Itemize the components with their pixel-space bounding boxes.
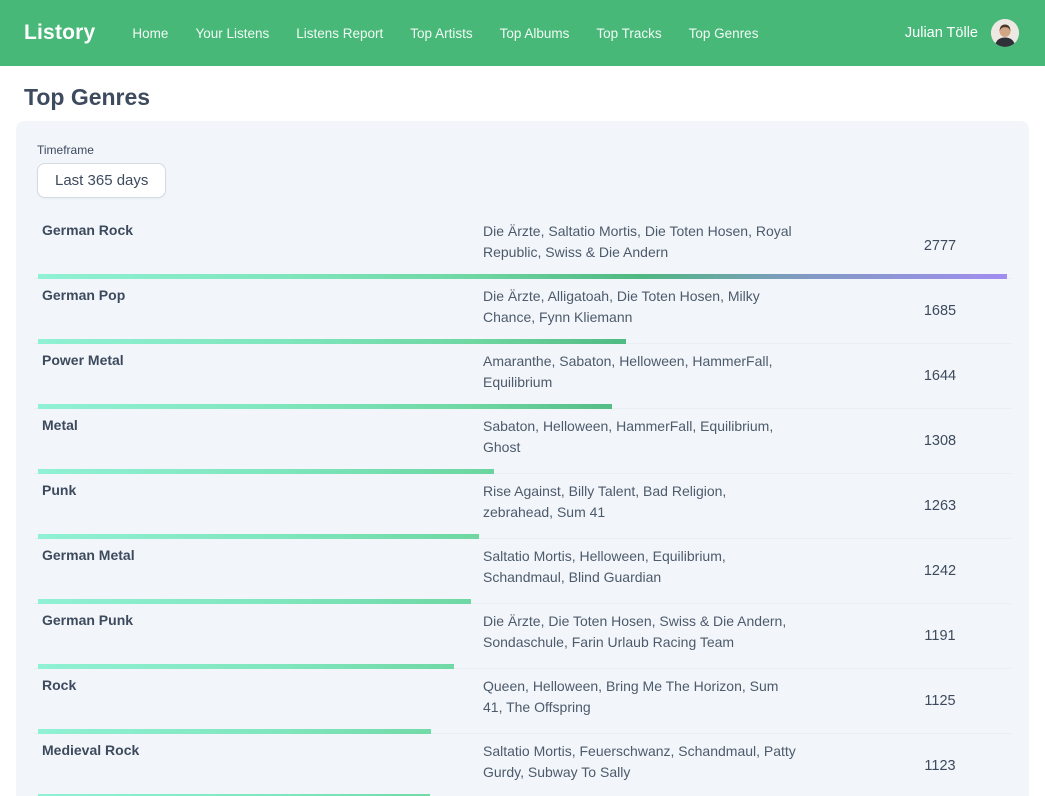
genre-artists: Die Ärzte, Alligatoah, Die Toten Hosen, … xyxy=(479,285,799,336)
genre-count: 1123 xyxy=(924,758,955,774)
person-photo-icon xyxy=(991,19,1019,47)
table-row: MetalSabaton, Helloween, HammerFall, Equ… xyxy=(34,409,1011,474)
genre-name: Metal xyxy=(34,415,479,433)
nav-link-your-listens[interactable]: Your Listens xyxy=(195,26,269,41)
genre-artists: Saltatio Mortis, Feuerschwanz, Schandmau… xyxy=(479,740,799,791)
app-logo[interactable]: Listory xyxy=(24,21,95,45)
genre-count: 1125 xyxy=(924,693,955,709)
genre-artists: Die Ärzte, Die Toten Hosen, Swiss & Die … xyxy=(479,610,799,661)
genre-count: 1308 xyxy=(924,433,956,449)
genre-count: 1263 xyxy=(924,498,956,514)
table-row: Medieval RockSaltatio Mortis, Feuerschwa… xyxy=(34,734,1011,796)
nav-link-top-albums[interactable]: Top Albums xyxy=(500,26,570,41)
genre-name: Medieval Rock xyxy=(34,740,479,758)
genre-name: German Pop xyxy=(34,285,479,303)
nav-link-top-genres[interactable]: Top Genres xyxy=(689,26,759,41)
page-title: Top Genres xyxy=(24,84,1021,111)
table-row: German PunkDie Ärzte, Die Toten Hosen, S… xyxy=(34,604,1011,669)
timeframe-filter: Timeframe Last 365 days xyxy=(37,143,1017,198)
table-row: German PopDie Ärzte, Alligatoah, Die Tot… xyxy=(34,279,1011,344)
genre-name: Power Metal xyxy=(34,350,479,368)
genre-artists: Sabaton, Helloween, HammerFall, Equilibr… xyxy=(479,415,799,466)
genre-artists: Queen, Helloween, Bring Me The Horizon, … xyxy=(479,675,799,726)
timeframe-select[interactable]: Last 365 days xyxy=(37,163,166,198)
user-avatar[interactable] xyxy=(991,19,1019,47)
nav-link-listens-report[interactable]: Listens Report xyxy=(296,26,383,41)
genre-count: 1644 xyxy=(924,368,956,384)
genre-name: Rock xyxy=(34,675,479,693)
genre-count: 1242 xyxy=(924,563,956,579)
table-row: PunkRise Against, Billy Talent, Bad Reli… xyxy=(34,474,1011,539)
genre-artists: Rise Against, Billy Talent, Bad Religion… xyxy=(479,480,799,531)
table-row: German RockDie Ärzte, Saltatio Mortis, D… xyxy=(34,214,1011,279)
navbar: Listory Home Your Listens Listens Report To… xyxy=(0,0,1045,66)
nav-link-top-artists[interactable]: Top Artists xyxy=(410,26,472,41)
genre-artists: Die Ärzte, Saltatio Mortis, Die Toten Ho… xyxy=(479,220,799,271)
nav-link-home[interactable]: Home xyxy=(132,26,168,41)
nav-link-top-tracks[interactable]: Top Tracks xyxy=(596,26,661,41)
genre-artists: Saltatio Mortis, Helloween, Equilibrium,… xyxy=(479,545,799,596)
user-name[interactable]: Julian Tölle xyxy=(905,25,978,41)
user-menu: Julian Tölle xyxy=(905,19,1019,47)
timeframe-label: Timeframe xyxy=(37,143,1017,157)
genre-artists: Amaranthe, Sabaton, Helloween, HammerFal… xyxy=(479,350,799,401)
genre-name: German Punk xyxy=(34,610,479,628)
nav-links: Home Your Listens Listens Report Top Artist… xyxy=(132,26,904,41)
genre-count: 1191 xyxy=(924,628,955,644)
table-row: Power MetalAmaranthe, Sabaton, Helloween… xyxy=(34,344,1011,409)
genre-count: 2777 xyxy=(924,238,956,254)
table-row: German MetalSaltatio Mortis, Helloween, … xyxy=(34,539,1011,604)
genre-name: Punk xyxy=(34,480,479,498)
table-row: RockQueen, Helloween, Bring Me The Horiz… xyxy=(34,669,1011,734)
genres-table: German RockDie Ärzte, Saltatio Mortis, D… xyxy=(34,214,1011,796)
genre-name: German Metal xyxy=(34,545,479,563)
genre-count: 1685 xyxy=(924,303,956,319)
genre-name: German Rock xyxy=(34,220,479,238)
top-genres-card: Timeframe Last 365 days German RockDie Ä… xyxy=(16,121,1029,796)
